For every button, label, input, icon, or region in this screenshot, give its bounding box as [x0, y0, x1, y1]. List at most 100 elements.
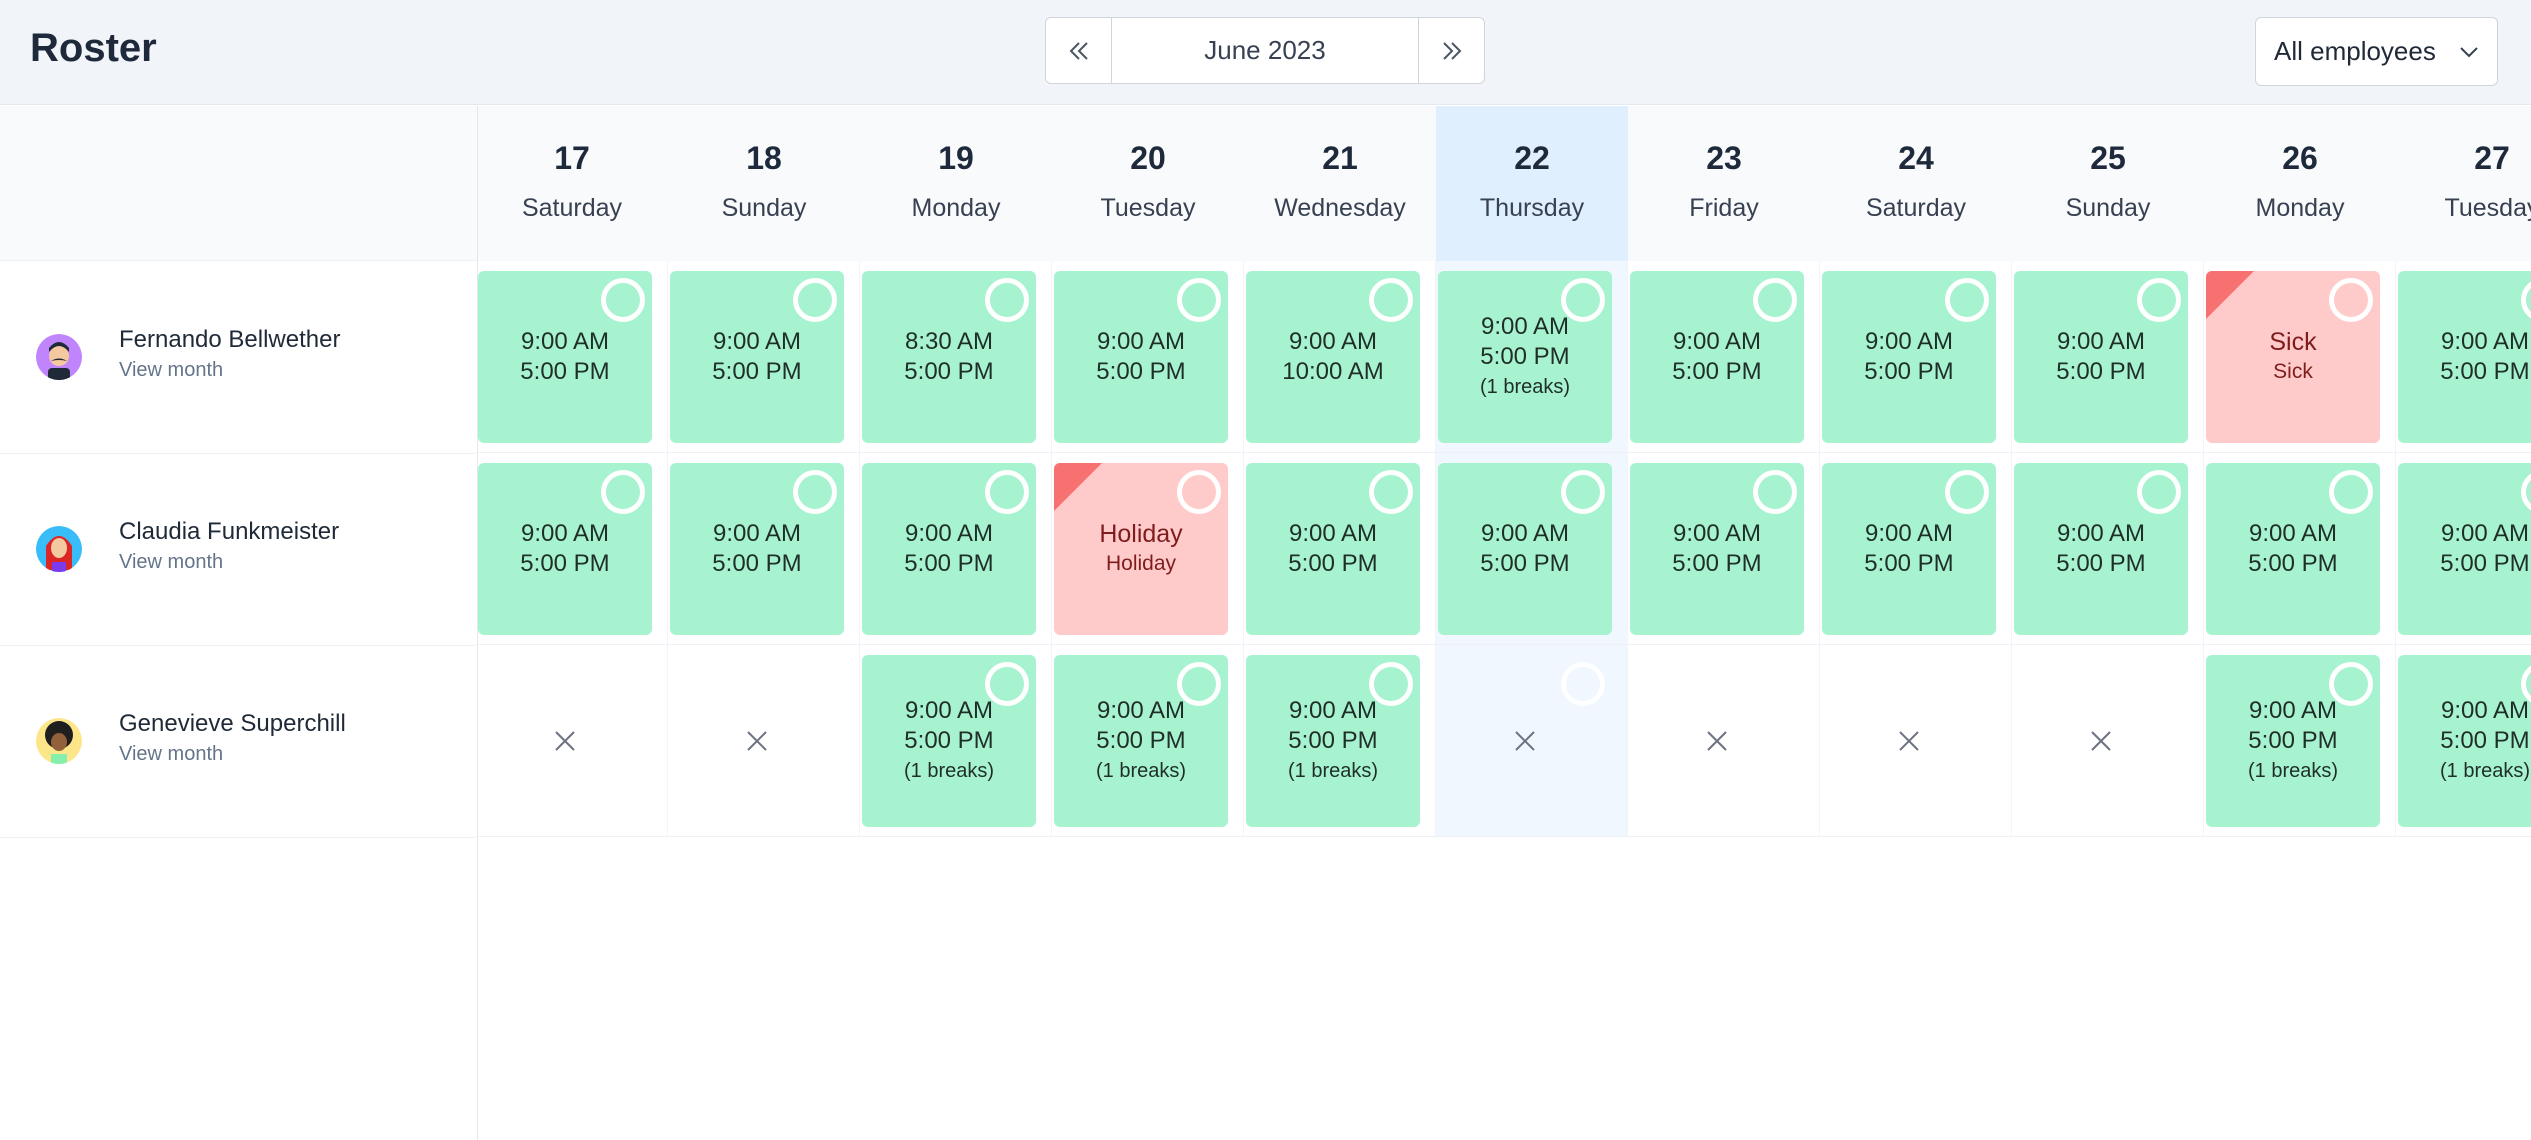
shift-breaks: (1 breaks) [2439, 760, 2531, 782]
day-header[interactable]: 22 Thursday [1436, 106, 1628, 261]
status-circle-icon[interactable] [1177, 278, 1221, 322]
close-icon [747, 731, 767, 751]
status-circle-icon[interactable] [985, 470, 1029, 514]
shift-card[interactable]: 9:00 AM 5:00 PM [670, 463, 844, 635]
day-number: 26 [2282, 140, 2318, 176]
day-name: Thursday [1479, 194, 1585, 222]
status-circle-icon[interactable] [601, 470, 645, 514]
day-header[interactable]: 20 Tuesday [1052, 106, 1244, 261]
shift-end: 5:00 PM [2440, 727, 2530, 754]
shift-card[interactable]: 9:00 AM 5:00 PM (1 breaks) [1438, 271, 1612, 443]
day-header[interactable]: 25 Sunday [2012, 106, 2204, 261]
shift-text: 9:00 AM 5:00 PM [2398, 519, 2531, 579]
column-divider [1819, 261, 1820, 837]
day-header[interactable]: 24 Saturday [1820, 106, 2012, 261]
shift-card[interactable]: 9:00 AM 10:00 AM [1246, 271, 1420, 443]
shift-card[interactable]: 9:00 AM 5:00 PM [862, 463, 1036, 635]
day-header[interactable]: 26 Monday [2204, 106, 2396, 261]
day-off-cell[interactable] [1630, 655, 1804, 827]
shift-text: 9:00 AM 5:00 PM [478, 327, 652, 387]
shift-card[interactable]: 9:00 AM 5:00 PM [2206, 463, 2380, 635]
shift-card[interactable]: 9:00 AM 5:00 PM [2014, 463, 2188, 635]
shift-start: 9:00 AM [904, 697, 994, 724]
status-circle-icon[interactable] [601, 278, 645, 322]
shift-end: 10:00 AM [1282, 358, 1384, 385]
status-circle-icon[interactable] [2329, 278, 2373, 322]
day-off-cell[interactable] [478, 655, 652, 827]
shift-start: 9:00 AM [2440, 328, 2530, 355]
employee-row: Claudia Funkmeister View month [0, 454, 478, 646]
view-month-link[interactable]: View month [119, 359, 223, 382]
absence-card[interactable]: Sick Sick [2206, 271, 2380, 443]
shift-text: 9:00 AM 5:00 PM [1630, 327, 1804, 387]
status-circle-icon[interactable] [2521, 470, 2531, 514]
day-name: Saturday [521, 194, 623, 222]
shift-start: 9:00 AM [1288, 697, 1378, 724]
day-header[interactable]: 17 Saturday [478, 106, 668, 261]
status-circle-icon[interactable] [793, 470, 837, 514]
status-circle-icon[interactable] [1369, 278, 1413, 322]
status-circle-icon[interactable] [985, 278, 1029, 322]
shift-card[interactable]: 9:00 AM 5:00 PM [1438, 463, 1612, 635]
shift-card[interactable]: 9:00 AM 5:00 PM [1630, 271, 1804, 443]
day-name: Tuesday [1100, 194, 1196, 222]
day-off-cell[interactable] [1438, 655, 1612, 827]
status-circle-icon[interactable] [2137, 470, 2181, 514]
shift-card[interactable]: 9:00 AM 5:00 PM [1246, 463, 1420, 635]
status-circle-icon[interactable] [1753, 470, 1797, 514]
day-header[interactable]: 21 Wednesday [1244, 106, 1436, 261]
shift-card[interactable]: 9:00 AM 5:00 PM [1054, 271, 1228, 443]
shift-card[interactable]: 9:00 AM 5:00 PM [2398, 463, 2531, 635]
day-number: 17 [554, 140, 590, 176]
status-circle-icon[interactable] [1945, 278, 1989, 322]
status-circle-icon[interactable] [1561, 470, 1605, 514]
shift-card[interactable]: 9:00 AM 5:00 PM [1630, 463, 1804, 635]
day-off-cell[interactable] [2014, 655, 2188, 827]
shift-card[interactable]: 9:00 AM 5:00 PM (1 breaks) [1246, 655, 1420, 827]
next-month-button[interactable] [1418, 18, 1484, 83]
shift-card[interactable]: 9:00 AM 5:00 PM [1822, 271, 1996, 443]
shift-end: 5:00 PM [1864, 550, 1954, 577]
previous-month-button[interactable] [1046, 18, 1112, 83]
shift-card[interactable]: 9:00 AM 5:00 PM [670, 271, 844, 443]
day-off-cell[interactable] [1822, 655, 1996, 827]
shift-card[interactable]: 9:00 AM 5:00 PM [2398, 271, 2531, 443]
shift-card[interactable]: 9:00 AM 5:00 PM [478, 271, 652, 443]
status-circle-icon[interactable] [1177, 470, 1221, 514]
day-header[interactable]: 23 Friday [1628, 106, 1820, 261]
shift-card[interactable]: 9:00 AM 5:00 PM [1822, 463, 1996, 635]
view-month-link[interactable]: View month [119, 743, 223, 766]
shift-text: 9:00 AM 5:00 PM (1 breaks) [2398, 696, 2531, 786]
day-header[interactable]: 19 Monday [860, 106, 1052, 261]
current-month-label[interactable]: June 2023 [1112, 18, 1418, 83]
shift-card[interactable]: 9:00 AM 5:00 PM (1 breaks) [2206, 655, 2380, 827]
shift-text: 9:00 AM 5:00 PM [478, 519, 652, 579]
view-month-link[interactable]: View month [119, 551, 223, 574]
status-circle-icon[interactable] [2329, 470, 2373, 514]
absence-corner-marker [2206, 271, 2254, 319]
employee-filter-select[interactable]: All employees [2255, 17, 2498, 86]
shift-card[interactable]: 9:00 AM 5:00 PM (1 breaks) [1054, 655, 1228, 827]
afro-woman-avatar-icon [36, 718, 82, 764]
shift-card[interactable]: 9:00 AM 5:00 PM (1 breaks) [2398, 655, 2531, 827]
status-circle-icon[interactable] [1753, 278, 1797, 322]
double-chevron-left-icon [1069, 41, 1088, 60]
status-circle-icon[interactable] [1369, 470, 1413, 514]
shift-card[interactable]: 9:00 AM 5:00 PM [2014, 271, 2188, 443]
employee-row: Fernando Bellwether View month [0, 262, 478, 454]
shift-card[interactable]: 9:00 AM 5:00 PM [478, 463, 652, 635]
day-off-cell[interactable] [670, 655, 844, 827]
shift-card[interactable]: 8:30 AM 5:00 PM [862, 271, 1036, 443]
shift-end: 5:00 PM [2056, 358, 2146, 385]
shift-start: 9:00 AM [1864, 328, 1954, 355]
status-circle-icon[interactable] [793, 278, 837, 322]
status-circle-icon[interactable] [2137, 278, 2181, 322]
absence-card[interactable]: Holiday Holiday [1054, 463, 1228, 635]
shift-card[interactable]: 9:00 AM 5:00 PM (1 breaks) [862, 655, 1036, 827]
status-circle-icon[interactable] [1561, 662, 1605, 706]
shift-end: 5:00 PM [1288, 550, 1378, 577]
status-circle-icon[interactable] [1945, 470, 1989, 514]
day-header[interactable]: 27 Tuesday [2396, 106, 2531, 261]
status-circle-icon[interactable] [2521, 278, 2531, 322]
day-header[interactable]: 18 Sunday [668, 106, 860, 261]
